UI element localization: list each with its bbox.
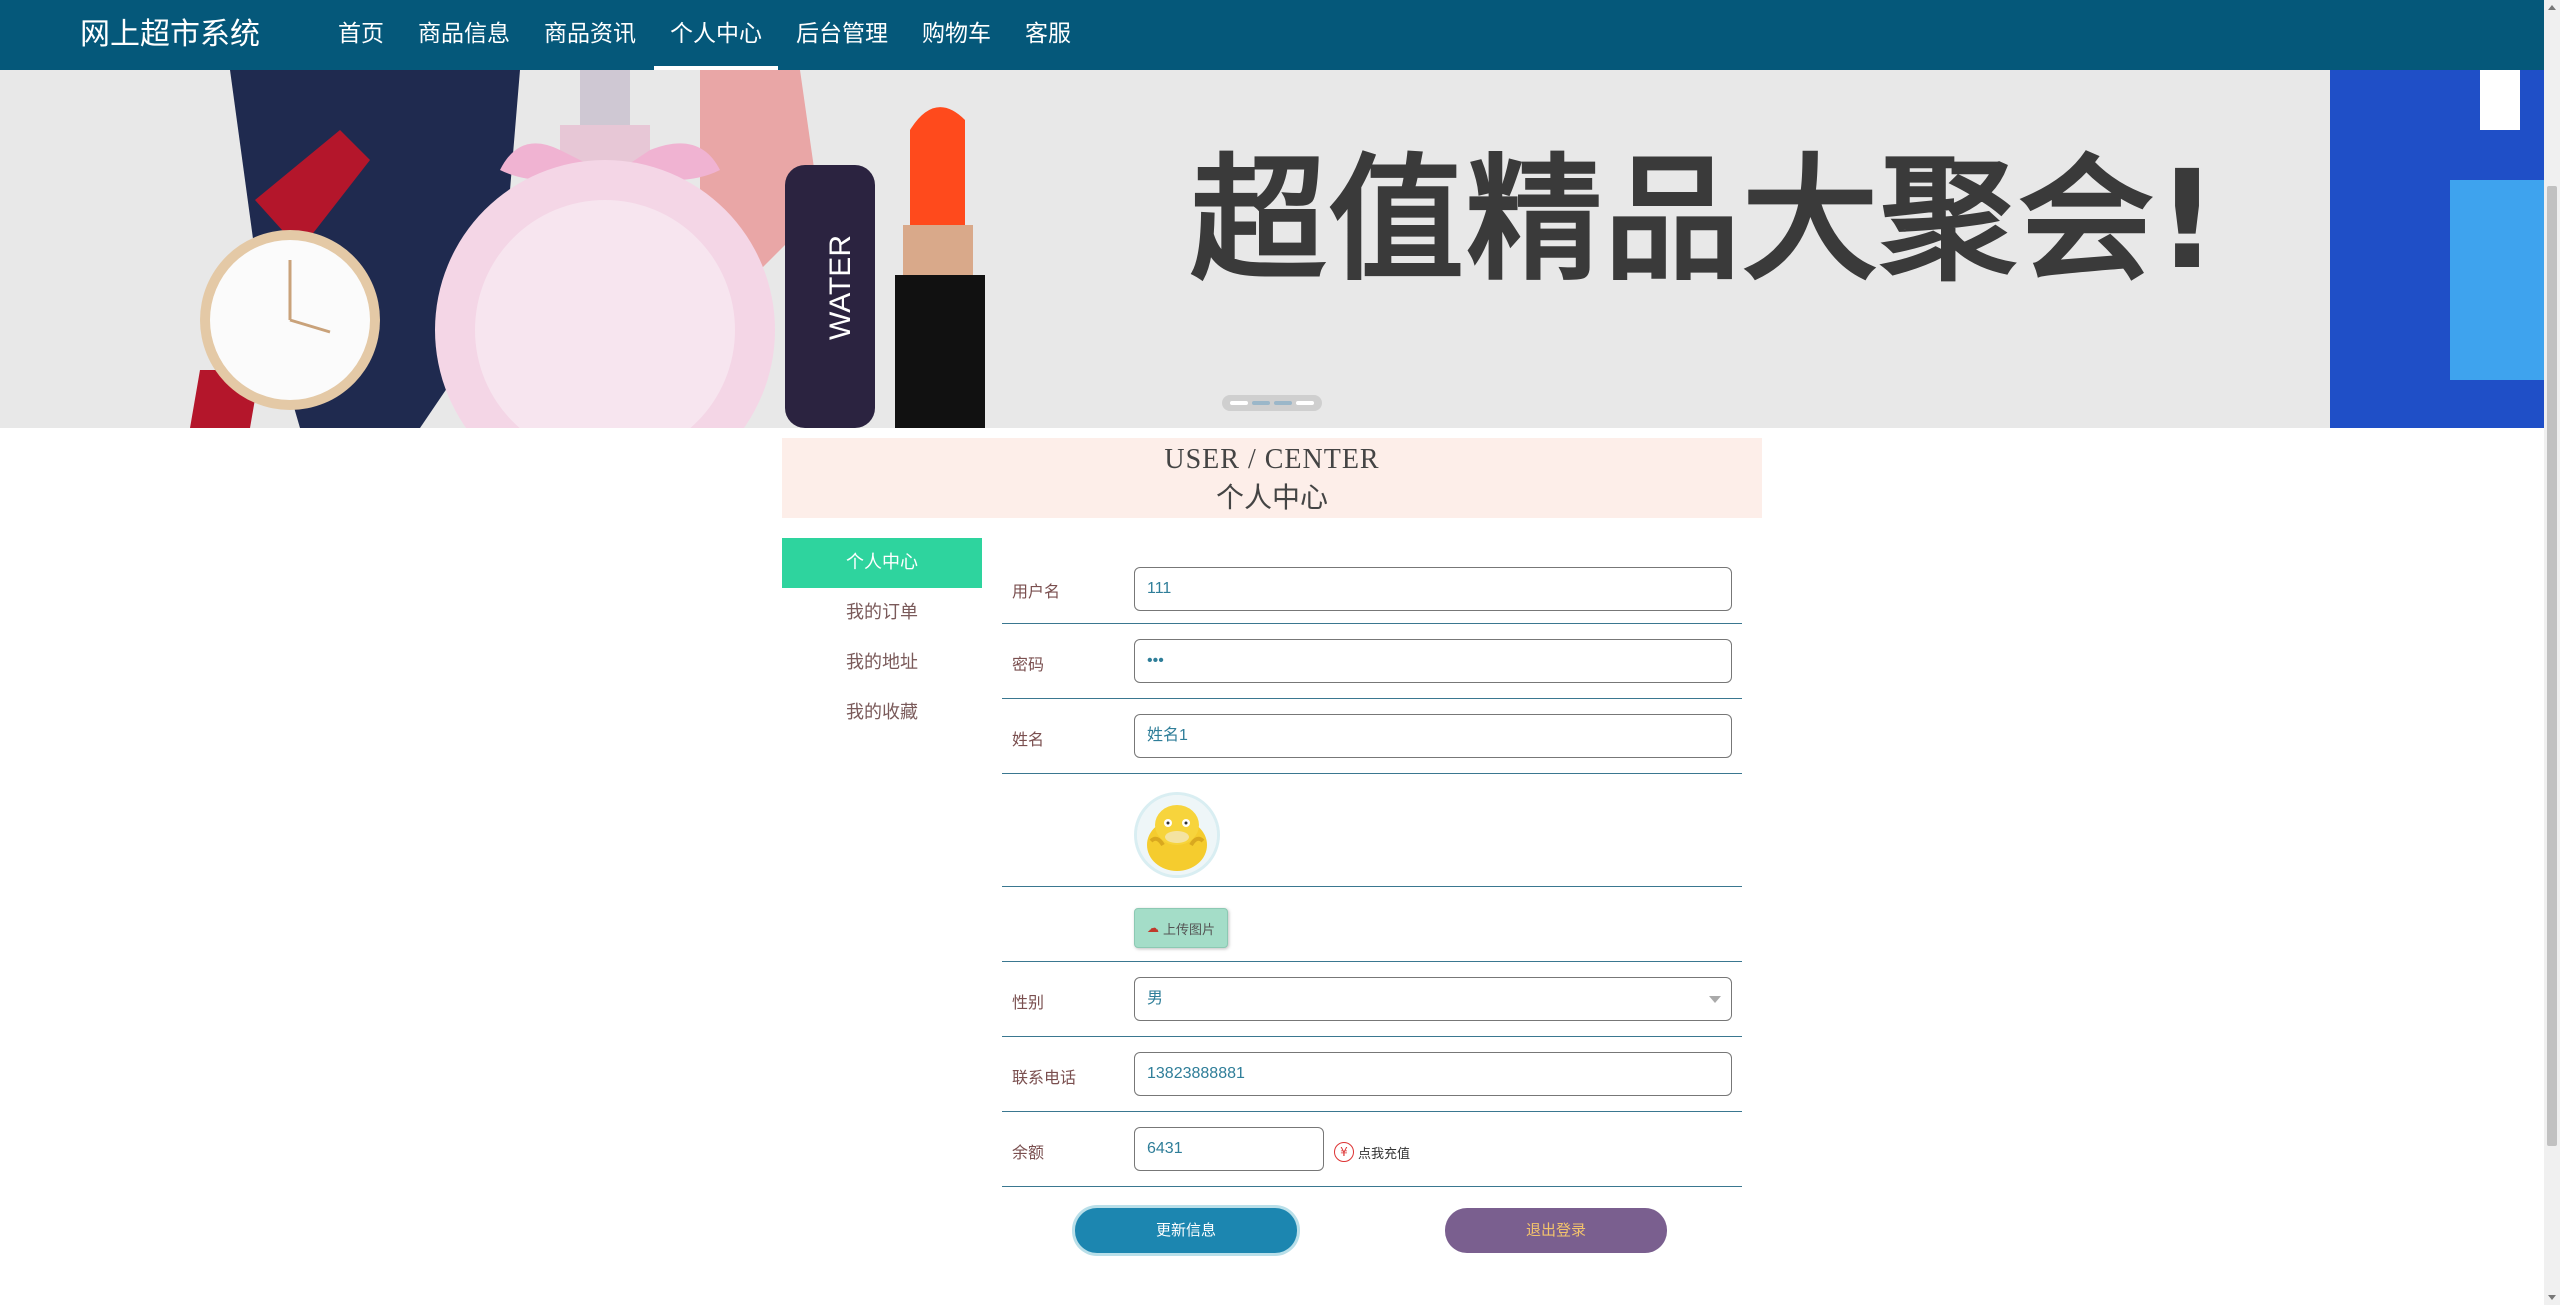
- password-input[interactable]: •••: [1134, 639, 1732, 683]
- form-row-gender: 性别 男: [1002, 962, 1742, 1037]
- balance-label: 余额: [1012, 1143, 1045, 1162]
- nav-item-admin[interactable]: 后台管理: [780, 0, 904, 70]
- form-row-upload: ☁ 上传图片: [1002, 887, 1742, 962]
- scrollbar-thumb[interactable]: [2547, 186, 2557, 1146]
- carousel-dot[interactable]: [1296, 401, 1314, 405]
- form-row-phone: 联系电话 13823888881: [1002, 1037, 1742, 1112]
- username-label: 用户名: [1012, 582, 1061, 601]
- side-item-address[interactable]: 我的地址: [782, 638, 982, 688]
- nav-item-cart[interactable]: 购物车: [906, 0, 1007, 70]
- banner-products-image: WATER: [190, 70, 985, 428]
- password-label: 密码: [1012, 655, 1045, 674]
- section-title-en: USER / CENTER: [1164, 444, 1380, 475]
- user-center-header: USER / CENTER 个人中心: [782, 438, 1762, 518]
- banner-next-slide-peek: [2330, 70, 2544, 428]
- duck-avatar-icon: [1137, 795, 1217, 875]
- carousel-dot-active[interactable]: [1252, 401, 1270, 405]
- username-input[interactable]: 111: [1134, 567, 1732, 611]
- form-actions: 更新信息 退出登录: [1002, 1187, 1742, 1257]
- phone-label: 联系电话: [1012, 1068, 1077, 1087]
- form-row-username: 用户名 111: [1002, 555, 1742, 624]
- phone-input[interactable]: 13823888881: [1134, 1052, 1732, 1096]
- name-input[interactable]: 姓名1: [1134, 714, 1732, 758]
- form-row-balance: 余额 6431 ¥ 点我充值: [1002, 1112, 1742, 1187]
- carousel-dot[interactable]: [1274, 401, 1292, 405]
- yen-icon: ¥: [1334, 1142, 1354, 1162]
- section-title-cn: 个人中心: [1215, 481, 1328, 514]
- upload-image-button[interactable]: ☁ 上传图片: [1134, 908, 1228, 948]
- avatar[interactable]: [1134, 792, 1220, 878]
- upload-button-label: 上传图片: [1162, 922, 1215, 938]
- nav-item-products[interactable]: 商品信息: [402, 0, 526, 70]
- name-label: 姓名: [1012, 730, 1045, 749]
- user-side-menu: 个人中心 我的订单 我的地址 我的收藏: [782, 538, 982, 738]
- recharge-link[interactable]: ¥ 点我充值: [1334, 1142, 1410, 1162]
- update-info-button[interactable]: 更新信息: [1075, 1208, 1297, 1253]
- carousel-dot[interactable]: [1230, 401, 1248, 405]
- form-row-password: 密码 •••: [1002, 624, 1742, 699]
- carousel-indicator[interactable]: [1222, 395, 1322, 411]
- nav-item-home[interactable]: 首页: [322, 0, 400, 70]
- side-item-profile[interactable]: 个人中心: [782, 538, 982, 588]
- balance-input[interactable]: 6431: [1134, 1127, 1324, 1171]
- gender-label: 性别: [1012, 993, 1045, 1012]
- cloud-upload-icon: ☁: [1146, 921, 1159, 935]
- top-navbar: 网上超市系统 首页 商品信息 商品资讯 个人中心 后台管理 购物车 客服: [0, 0, 2544, 70]
- side-item-orders[interactable]: 我的订单: [782, 588, 982, 638]
- form-row-avatar: [1002, 774, 1742, 887]
- logout-button[interactable]: 退出登录: [1445, 1208, 1667, 1253]
- recharge-label: 点我充值: [1358, 1146, 1411, 1162]
- scroll-down-arrow-icon[interactable]: [2548, 1295, 2556, 1300]
- banner-carousel[interactable]: WATER 超值精品大聚会!: [0, 70, 2544, 428]
- form-row-name: 姓名 姓名1: [1002, 699, 1742, 774]
- site-brand[interactable]: 网上超市系统: [80, 0, 260, 70]
- nav-item-news[interactable]: 商品资讯: [528, 0, 652, 70]
- scroll-up-arrow-icon[interactable]: [2548, 5, 2556, 10]
- nav-item-user-center[interactable]: 个人中心: [654, 0, 778, 70]
- nav-menu: 首页 商品信息 商品资讯 个人中心 后台管理 购物车 客服: [322, 0, 1089, 70]
- nav-item-service[interactable]: 客服: [1009, 0, 1087, 70]
- chevron-down-icon: [1709, 996, 1721, 1003]
- gender-selected-value: 男: [1147, 990, 1164, 1007]
- page-scrollbar[interactable]: [2544, 0, 2560, 1305]
- profile-form: 用户名 111 密码 ••• 姓名 姓名1 ☁ 上传图片 性别 男 联系电话 1…: [1002, 555, 1742, 1257]
- lipstick-brand-text: WATER: [824, 235, 857, 340]
- banner-headline: 超值精品大聚会!: [1190, 142, 2221, 300]
- side-item-favorites[interactable]: 我的收藏: [782, 688, 982, 738]
- gender-select[interactable]: 男: [1134, 977, 1732, 1021]
